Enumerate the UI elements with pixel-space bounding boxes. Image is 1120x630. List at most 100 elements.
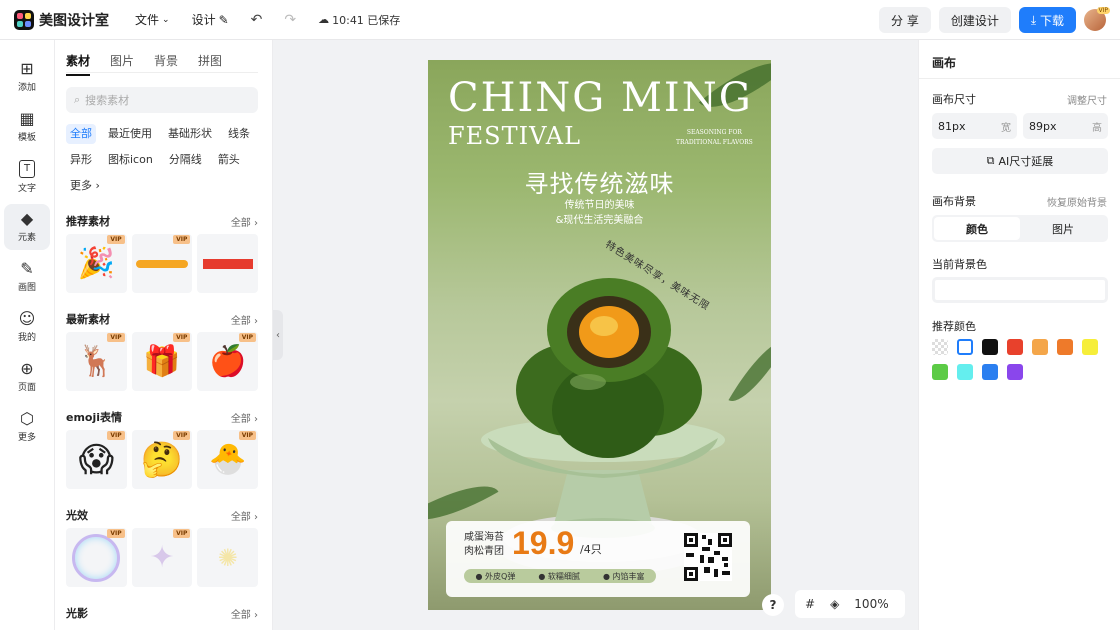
asset-preview: 🎉 — [77, 246, 116, 281]
rail-item-text[interactable]: T 文字 — [0, 154, 54, 200]
poster-headline[interactable]: 寻找传统滋味 — [428, 164, 771, 199]
swatch-yellow[interactable] — [1082, 339, 1098, 355]
subtitle-line1: 传统节日的美味 — [564, 200, 635, 211]
download-icon: ⤓ — [1030, 12, 1040, 27]
asset-preview: 🦌 — [77, 344, 116, 379]
redo-icon[interactable]: ↷ — [284, 12, 296, 28]
asset-thumb[interactable] — [197, 234, 259, 293]
swatch-green[interactable] — [932, 364, 948, 380]
chip-dividers[interactable]: 分隔线 — [165, 150, 206, 170]
subtitle-line2: &现代生活完美融合 — [555, 215, 644, 226]
chip-shapes[interactable]: 基础形状 — [164, 124, 216, 144]
resize-link[interactable]: 调整尺寸 — [1067, 92, 1107, 107]
chip-arrows[interactable]: 箭头 — [214, 150, 244, 170]
design-menu-label: 设计 — [191, 13, 216, 27]
ai-resize-button[interactable]: ⧉ AI尺寸延展 — [932, 148, 1108, 174]
chip-irregular[interactable]: 异形 — [66, 150, 96, 170]
rail-item-element[interactable]: ◆ 元素 — [4, 204, 50, 250]
chevron-left-icon: ‹ — [276, 329, 280, 341]
poster-title-line2[interactable]: FESTIVAL — [448, 122, 581, 150]
share-button[interactable]: 分 享 — [879, 7, 931, 33]
chip-icons[interactable]: 图标icon — [104, 150, 157, 170]
poster-title-line1[interactable]: CHING MING — [448, 74, 753, 122]
asset-thumb[interactable]: 😱 VIP — [66, 430, 127, 489]
avatar-vip-badge: VIP — [1096, 7, 1110, 14]
see-all-link[interactable]: 全部 › — [231, 214, 258, 229]
asset-thumb[interactable]: ✺ — [197, 528, 259, 587]
file-menu[interactable]: 文件 ⌄ — [135, 11, 170, 28]
chip-more[interactable]: 更多 › — [66, 176, 104, 196]
swatch-orange[interactable] — [1057, 339, 1073, 355]
swatch-blue[interactable] — [982, 364, 998, 380]
asset-thumb[interactable]: 🐣 VIP — [197, 430, 259, 489]
restore-bg-link[interactable]: 恢复原始背景 — [1047, 194, 1107, 209]
app-logo[interactable]: 美图设计室 — [14, 9, 109, 30]
see-all-label: 全部 — [230, 413, 251, 425]
layers-icon[interactable]: ◈ — [830, 597, 839, 611]
asset-thumb[interactable]: VIP — [66, 528, 127, 587]
poster-subtitle[interactable]: 传统节日的美味 &现代生活完美融合 — [428, 198, 771, 228]
price-card[interactable]: 咸蛋海苔 肉松青团 19.9 /4只 ● 外皮Q弹 ● 软糯细腻 ● 内馅丰富 — [446, 521, 750, 597]
asset-preview: 🍎 — [209, 344, 247, 379]
rail-item-template[interactable]: ▦ 模板 — [0, 104, 54, 150]
properties-panel: 画布 画布尺寸 调整尺寸 81px 宽 89px 高 ⧉ AI尺寸延展 画布背景 恢复… — [918, 40, 1120, 630]
bg-color-option[interactable]: 颜色 — [934, 217, 1020, 240]
asset-thumb[interactable]: 🍎 VIP — [197, 332, 259, 391]
small-english-2: TRADITIONAL FLAVORS — [676, 139, 753, 146]
chip-lines[interactable]: 线条 — [224, 124, 254, 144]
grid-icon[interactable]: # — [805, 597, 815, 611]
rail-item-draw[interactable]: ✎ 画图 — [0, 254, 54, 300]
see-all-label: 全部 — [230, 217, 251, 229]
rail-label: 我的 — [17, 333, 36, 343]
current-color-picker[interactable] — [932, 277, 1108, 303]
zoom-level[interactable]: 100% — [854, 597, 888, 611]
swatch-cyan[interactable] — [957, 364, 973, 380]
feature-tag-text: 外皮Q弹 — [485, 571, 516, 581]
rail-item-add[interactable]: ⊞ 添加 — [0, 54, 54, 100]
rail-item-more[interactable]: ⬡ 更多 — [0, 404, 54, 450]
see-all-link[interactable]: 全部 › — [231, 606, 258, 621]
asset-thumb[interactable]: 🎁 VIP — [131, 332, 193, 391]
template-icon: ▦ — [19, 109, 35, 128]
help-button[interactable]: ? — [762, 594, 784, 616]
see-all-link[interactable]: 全部 › — [231, 410, 258, 425]
search-input[interactable]: ⌕ 搜索素材 — [66, 87, 258, 113]
swatch-purple[interactable] — [1007, 364, 1023, 380]
design-menu[interactable]: 设计 ✎ — [192, 11, 229, 28]
poster-small-english[interactable]: SEASONING FOR TRADITIONAL FLAVORS — [676, 128, 753, 148]
bg-image-option[interactable]: 图片 — [1020, 217, 1106, 240]
swatch-black[interactable] — [982, 339, 998, 355]
swatch-transparent[interactable] — [932, 339, 948, 355]
asset-thumb[interactable]: VIP — [131, 234, 193, 293]
category-chips: 全部 最近使用 基础形状 线条 异形 图标icon 分隔线 箭头 更多 › — [66, 124, 266, 196]
height-field[interactable]: 89px 高 — [1023, 113, 1108, 139]
vip-badge: VIP — [238, 431, 257, 440]
create-design-button[interactable]: 创建设计 — [938, 7, 1011, 33]
width-field[interactable]: 81px 宽 — [932, 113, 1017, 139]
avatar[interactable]: VIP — [1084, 7, 1110, 31]
vip-badge: VIP — [173, 529, 191, 538]
undo-icon[interactable]: ↶ — [251, 12, 263, 28]
collapse-panel-handle[interactable]: ‹ — [273, 310, 283, 360]
see-all-link[interactable]: 全部 › — [231, 312, 258, 327]
price-unit: /4只 — [580, 543, 602, 556]
asset-thumb[interactable]: 🤔 VIP — [131, 430, 193, 489]
feature-tag: ● 内馅丰富 — [602, 571, 645, 581]
swatch-light-orange[interactable] — [1032, 339, 1048, 355]
chip-recent[interactable]: 最近使用 — [104, 124, 156, 144]
color-swatches — [932, 339, 1112, 380]
vip-badge: VIP — [107, 235, 125, 244]
asset-thumb[interactable]: 🎉 VIP — [66, 234, 127, 293]
asset-thumb[interactable]: 🦌 VIP — [66, 332, 127, 391]
rail-item-mine[interactable]: ☺ 我的 — [0, 304, 54, 350]
swatch-white[interactable] — [957, 339, 973, 355]
chip-all[interactable]: 全部 — [66, 124, 96, 144]
more-icon: ⬡ — [20, 409, 34, 428]
see-all-link[interactable]: 全部 › — [231, 508, 258, 523]
vip-badge: VIP — [107, 333, 125, 342]
design-canvas[interactable]: CHING MING FESTIVAL SEASONING FOR TRADITI… — [428, 60, 771, 610]
swatch-red[interactable] — [1007, 339, 1023, 355]
download-button[interactable]: ⤓ 下载 — [1018, 7, 1076, 33]
asset-thumb[interactable]: ✦ VIP — [131, 528, 193, 587]
rail-item-page[interactable]: ⊕ 页面 — [0, 354, 54, 400]
